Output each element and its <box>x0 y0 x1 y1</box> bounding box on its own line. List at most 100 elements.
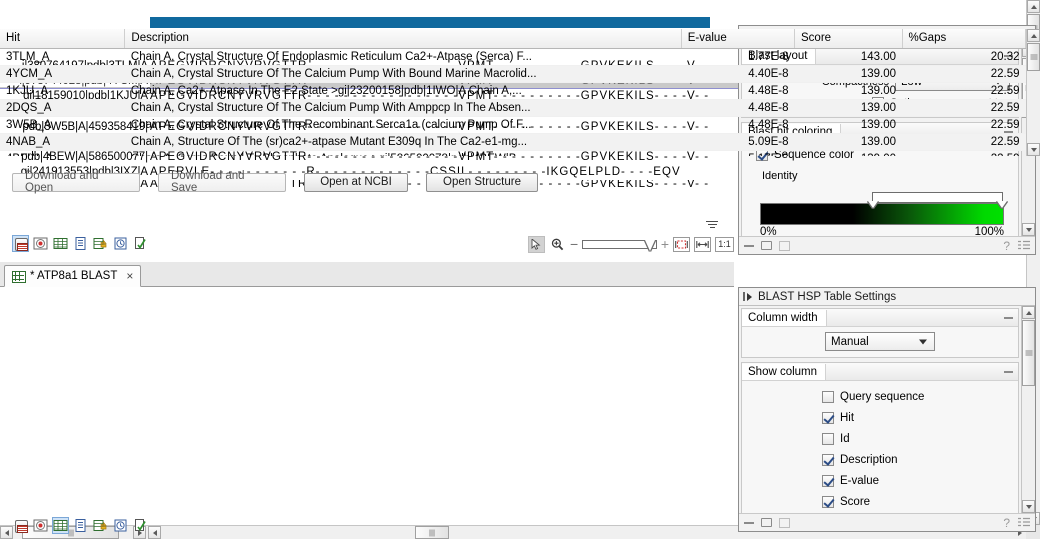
help-icon[interactable]: ? <box>1003 516 1010 530</box>
export-view-icon[interactable] <box>92 517 109 534</box>
table-view-icon[interactable] <box>52 235 69 252</box>
table-row[interactable]: 4YCM_A Chain A, Crystal Structure Of The… <box>0 65 1026 82</box>
group-title: Column width <box>742 310 827 326</box>
column-header-evalue[interactable]: E-value <box>681 29 794 48</box>
show-column-description[interactable]: Description <box>822 454 1010 466</box>
table-row[interactable]: 4BEW_A Chain A, Serca Bound To Phosphate… <box>0 150 1026 156</box>
circle-view-icon[interactable] <box>32 517 49 534</box>
cell-score: 139.00 <box>795 150 902 156</box>
collapse-icon[interactable] <box>1004 371 1013 373</box>
scroll-down-button[interactable] <box>1022 500 1035 513</box>
query-coverage-bar <box>150 17 710 28</box>
close-icon[interactable]: × <box>126 269 133 283</box>
description-checkbox[interactable] <box>822 454 834 466</box>
table-row[interactable]: 2DQS_A Chain A, Crystal Structure Of The… <box>0 99 1026 116</box>
column-header-score[interactable]: Score <box>795 29 902 48</box>
text-view-icon[interactable] <box>72 235 89 252</box>
help-icon[interactable]: ? <box>1003 239 1010 253</box>
hsp-settings-body: Column width Manual Show column <box>739 306 1021 513</box>
hit-checkbox[interactable] <box>822 412 834 424</box>
filter-icon[interactable] <box>705 218 719 232</box>
identity-gradient-control[interactable]: 0% 100% <box>760 192 1004 236</box>
hsp-settings-scrollbar[interactable] <box>1021 306 1035 513</box>
zoom-out-label[interactable]: − <box>570 236 578 252</box>
show-column-score[interactable]: Score <box>822 496 1010 508</box>
export-view-icon[interactable] <box>92 235 109 252</box>
fit-width-icon[interactable] <box>694 237 711 252</box>
hsp-table-scrollbar[interactable] <box>1026 29 1040 156</box>
database-view-icon[interactable] <box>12 235 29 252</box>
scroll-up-button[interactable] <box>1027 29 1040 42</box>
score-checkbox[interactable] <box>822 496 834 508</box>
history-view-icon[interactable] <box>112 517 129 534</box>
one-to-one-zoom-button[interactable]: 1:1 <box>715 237 734 252</box>
download-and-open-button[interactable]: Download and Open <box>12 173 140 192</box>
minimize-icon[interactable] <box>744 522 754 524</box>
table-row[interactable]: 1KJU_A Chain A, Ca2+-Atpase In The E2 St… <box>0 82 1026 99</box>
magnifier-icon[interactable] <box>549 236 566 253</box>
table-view-icon[interactable] <box>52 517 69 534</box>
column-width-select[interactable]: Manual <box>825 332 935 351</box>
scroll-thumb[interactable] <box>1022 320 1035 386</box>
table-row[interactable]: 4NAB_A Chain A, Structure Of The (sr)ca2… <box>0 133 1026 150</box>
text-view-icon[interactable] <box>72 517 89 534</box>
hsp-table-settings-panel: BLAST HSP Table Settings Column width Ma… <box>738 287 1036 532</box>
column-header-hit[interactable]: Hit <box>0 29 125 48</box>
restore-icon[interactable] <box>779 241 790 251</box>
cell-score: 143.00 <box>795 48 902 65</box>
list-menu-icon[interactable] <box>1018 239 1030 253</box>
zoom-slider[interactable] <box>582 240 657 249</box>
zoom-in-label[interactable]: + <box>661 236 669 252</box>
cell-score: 139.00 <box>795 65 902 82</box>
restore-icon[interactable] <box>779 518 790 528</box>
collapse-icon[interactable] <box>1004 317 1013 319</box>
scroll-thumb[interactable] <box>1027 43 1040 71</box>
element-info-icon[interactable] <box>132 517 149 534</box>
evalue-checkbox[interactable] <box>822 475 834 487</box>
scroll-down-button[interactable] <box>1027 143 1040 156</box>
show-column-id[interactable]: Id <box>822 433 1010 445</box>
column-header-description[interactable]: Description <box>125 29 681 48</box>
open-structure-button[interactable]: Open Structure <box>426 173 538 192</box>
table-row[interactable]: 3TLM_A Chain A, Crystal Structure Of End… <box>0 48 1026 65</box>
group-header[interactable]: Show column <box>742 363 1018 381</box>
cell-gaps: 22.59 <box>902 99 1026 116</box>
identity-slider-max-handle[interactable] <box>997 201 1007 208</box>
cell-description: Chain A, Crystal Structure Of The Recomb… <box>125 116 681 133</box>
column-header-gaps[interactable]: %Gaps <box>902 29 1026 48</box>
scroll-up-button[interactable] <box>1022 306 1035 319</box>
show-column-query-sequence[interactable]: Query sequence <box>822 391 1010 403</box>
scroll-thumb-residues[interactable] <box>415 526 449 539</box>
id-checkbox[interactable] <box>822 433 834 445</box>
hsp-settings-title-bar: BLAST HSP Table Settings <box>739 288 1035 306</box>
folder-icon[interactable] <box>761 518 772 527</box>
group-header[interactable]: Column width <box>742 309 1018 327</box>
database-view-icon[interactable] <box>12 517 29 534</box>
list-menu-icon[interactable] <box>1018 516 1030 530</box>
element-info-icon[interactable] <box>132 235 149 252</box>
scroll-up-button[interactable] <box>1027 0 1040 13</box>
cell-evalue: 5.17E-8 <box>681 150 794 156</box>
scroll-down-button[interactable] <box>1022 223 1035 236</box>
query-sequence-checkbox[interactable] <box>822 391 834 403</box>
expand-collapse-icon[interactable] <box>743 292 752 301</box>
hsp-settings-footer: ? <box>739 513 1035 531</box>
cell-gaps: 22.59 <box>902 150 1026 156</box>
fit-selection-icon[interactable] <box>673 237 690 252</box>
chevron-down-icon <box>1026 228 1032 232</box>
history-view-icon[interactable] <box>112 235 129 252</box>
circle-view-icon[interactable] <box>32 235 49 252</box>
download-and-save-button[interactable]: Download and Save <box>158 173 286 192</box>
alignment-zoom-toolbar: − + 1:1 <box>528 233 734 255</box>
table-row[interactable]: 3W5B_A Chain A, Crystal Structure Of The… <box>0 116 1026 133</box>
pointer-icon[interactable] <box>528 236 545 253</box>
show-column-hit[interactable]: Hit <box>822 412 1010 424</box>
minimize-icon[interactable] <box>744 245 754 247</box>
identity-slider-min-handle[interactable] <box>868 201 878 208</box>
hsp-table-container[interactable]: Hit Description E-value Score %Gaps 3TLM… <box>0 29 1026 156</box>
folder-icon[interactable] <box>761 241 772 250</box>
show-column-evalue[interactable]: E-value <box>822 475 1010 487</box>
tab-atp8a1-blast-table[interactable]: * ATP8a1 BLAST × <box>4 265 141 287</box>
zoom-slider-handle[interactable] <box>645 240 655 251</box>
open-at-ncbi-button[interactable]: Open at NCBI <box>304 173 408 192</box>
